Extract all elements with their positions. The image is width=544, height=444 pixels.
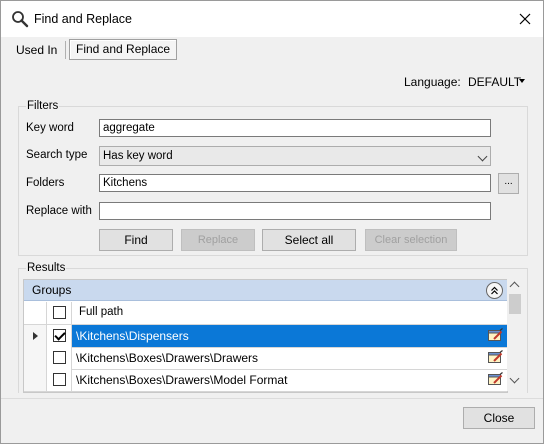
scrollbar-thumb[interactable] bbox=[509, 294, 521, 314]
tab-strip: Used In Find and Replace bbox=[1, 37, 543, 63]
find-button[interactable]: Find bbox=[99, 229, 173, 251]
browse-folders-button[interactable]: ... bbox=[498, 173, 519, 194]
search-type-select[interactable]: Has key word bbox=[99, 146, 491, 166]
language-dropdown[interactable]: DEFAULT bbox=[468, 75, 521, 89]
double-chevron-up-icon bbox=[491, 286, 498, 295]
select-all-button[interactable]: Select all bbox=[262, 229, 356, 251]
tab-used-in[interactable]: Used In bbox=[10, 40, 63, 60]
clear-selection-button[interactable]: Clear selection bbox=[365, 229, 457, 251]
table-row[interactable]: \Kitchens\Boxes\Drawers\Drawers bbox=[24, 347, 507, 370]
row-checkbox[interactable] bbox=[53, 351, 66, 364]
row-indicator bbox=[24, 369, 47, 391]
row-checkbox-cell[interactable] bbox=[47, 325, 72, 347]
keyword-input[interactable] bbox=[99, 119, 491, 137]
select-all-checkbox-cell[interactable] bbox=[47, 302, 72, 324]
row-checkbox[interactable] bbox=[53, 373, 66, 386]
replace-button[interactable]: Replace bbox=[181, 229, 255, 251]
row-checkbox-cell[interactable] bbox=[47, 369, 72, 391]
search-icon bbox=[12, 11, 29, 28]
results-vertical-scrollbar[interactable] bbox=[507, 279, 523, 391]
language-dropdown-arrow-icon[interactable] bbox=[519, 79, 525, 83]
row-checkbox[interactable] bbox=[53, 329, 66, 342]
close-button[interactable]: Close bbox=[463, 407, 535, 429]
select-all-checkbox[interactable] bbox=[53, 306, 66, 319]
keyword-label: Key word bbox=[26, 122, 74, 134]
window-title: Find and Replace bbox=[34, 12, 132, 26]
language-label: Language: bbox=[404, 75, 461, 89]
table-row[interactable]: \Kitchens\Dispensers bbox=[24, 325, 507, 348]
table-row[interactable]: \Kitchens\Boxes\Drawers\Model Format bbox=[24, 369, 507, 392]
close-icon bbox=[519, 13, 531, 25]
filters-group-label: Filters bbox=[26, 100, 60, 112]
results-group-label: Results bbox=[26, 262, 67, 274]
find-replace-window: Find and Replace Used In Find and Replac… bbox=[0, 0, 544, 444]
title-bar: Find and Replace bbox=[1, 1, 543, 37]
close-window-button[interactable] bbox=[513, 7, 537, 31]
row-path: \Kitchens\Dispensers bbox=[76, 329, 189, 343]
groups-header-label: Groups bbox=[32, 283, 72, 297]
results-grid: Groups Full path \Kitchens\Dispensers \K… bbox=[23, 279, 508, 393]
scroll-up-icon[interactable] bbox=[509, 281, 520, 292]
replace-with-label: Replace with bbox=[26, 205, 92, 217]
tab-divider bbox=[65, 41, 66, 59]
full-path-column-header[interactable]: Full path bbox=[79, 306, 123, 318]
search-type-label: Search type bbox=[26, 149, 88, 161]
dialog-footer: Close bbox=[1, 399, 543, 443]
row-indicator bbox=[24, 347, 47, 369]
column-header-row: Full path bbox=[24, 302, 507, 325]
groups-header: Groups bbox=[24, 280, 507, 301]
replace-with-input[interactable] bbox=[99, 202, 491, 220]
row-indicator bbox=[24, 325, 47, 347]
row-checkbox-cell[interactable] bbox=[47, 347, 72, 369]
row-indicator-header bbox=[24, 302, 47, 324]
row-path: \Kitchens\Boxes\Drawers\Drawers bbox=[76, 351, 259, 365]
edit-icon[interactable] bbox=[488, 328, 503, 342]
folders-label: Folders bbox=[26, 177, 65, 189]
tab-find-and-replace[interactable]: Find and Replace bbox=[69, 39, 178, 60]
collapse-groups-button[interactable] bbox=[486, 282, 503, 299]
scroll-down-icon[interactable] bbox=[509, 373, 520, 384]
current-row-arrow-icon bbox=[33, 332, 38, 340]
search-type-value: Has key word bbox=[103, 150, 173, 162]
edit-icon[interactable] bbox=[488, 350, 503, 364]
folders-input[interactable] bbox=[99, 174, 491, 192]
chevron-down-icon bbox=[477, 151, 488, 162]
checkmark-icon bbox=[54, 329, 66, 341]
edit-icon[interactable] bbox=[488, 372, 503, 386]
row-path: \Kitchens\Boxes\Drawers\Model Format bbox=[76, 373, 288, 387]
